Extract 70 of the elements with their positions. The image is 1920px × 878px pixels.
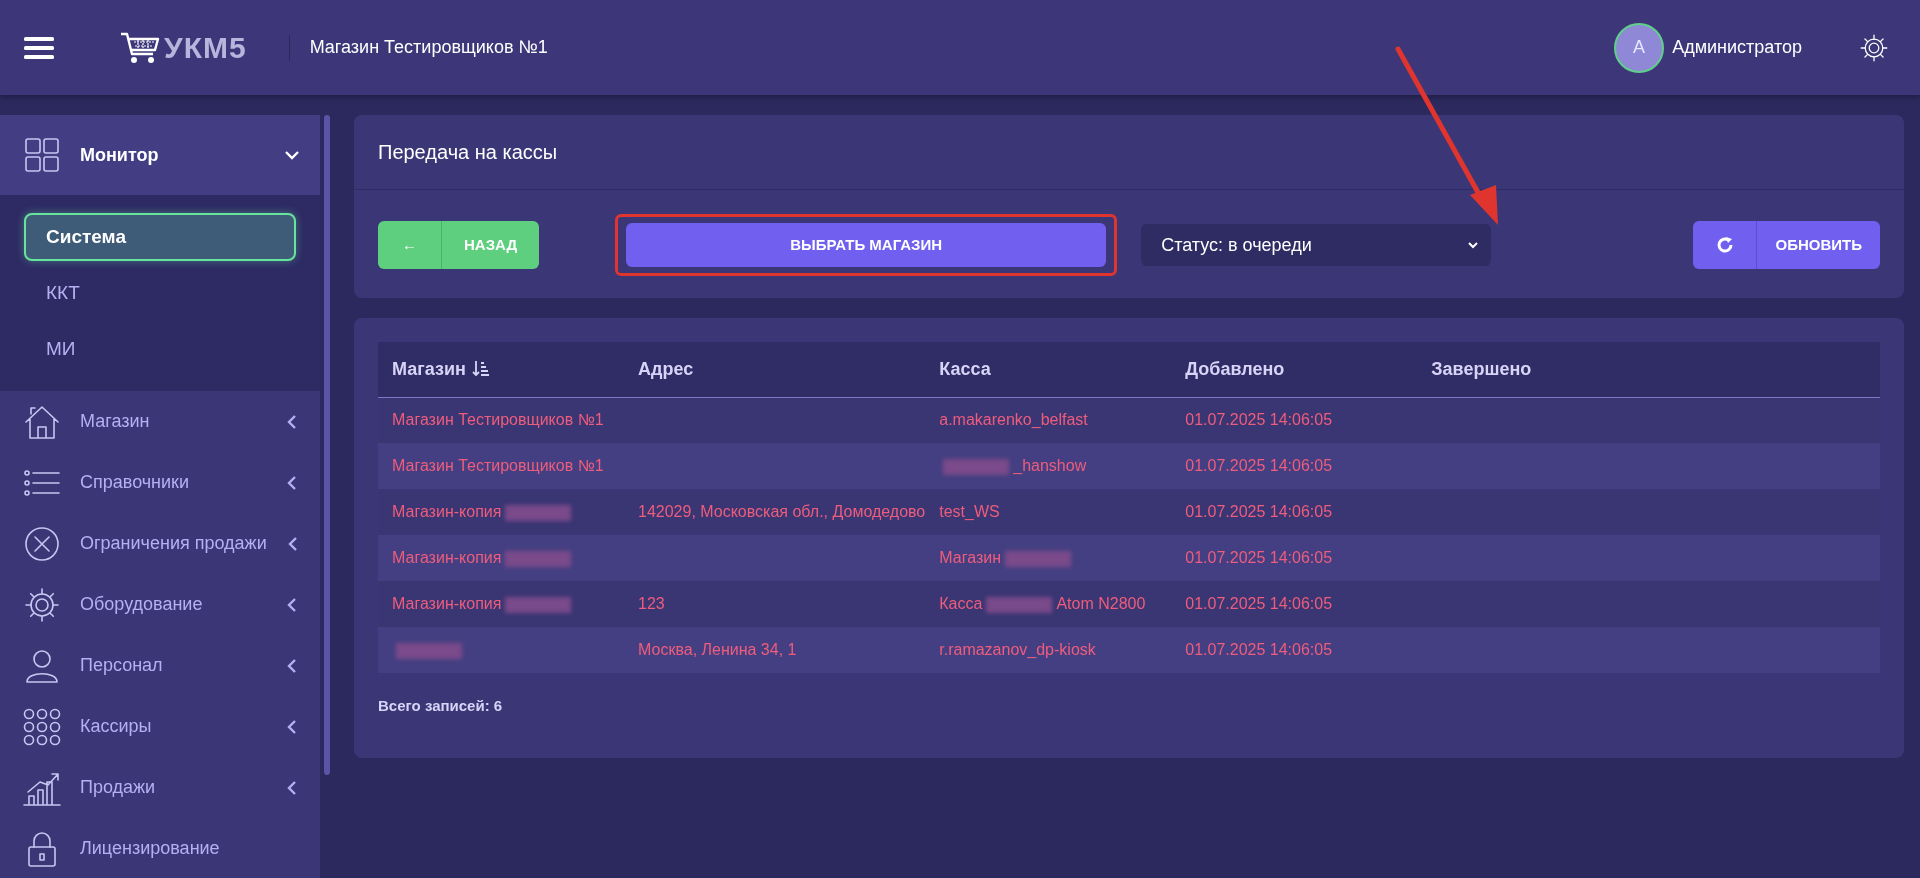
redacted-block bbox=[1005, 550, 1071, 567]
table-cell-text: 01.07.2025 14:06:05 bbox=[1185, 549, 1333, 566]
sidebar-label: Кассиры bbox=[80, 715, 152, 738]
sidebar-subitem[interactable]: ККТ bbox=[24, 269, 296, 317]
sidebar-label: Продажи bbox=[80, 776, 156, 799]
redacted-block bbox=[986, 596, 1053, 613]
sidebar-label: Оборудование bbox=[80, 593, 203, 616]
sidebar-item[interactable]: Справочники bbox=[0, 452, 320, 513]
scrollbar[interactable] bbox=[324, 115, 330, 775]
table-cell-text: Магазин bbox=[939, 549, 1001, 566]
table-cell-text: 01.07.2025 14:06:05 bbox=[1185, 457, 1333, 474]
redacted-block bbox=[396, 642, 462, 659]
table-cell-text: Касса bbox=[939, 595, 983, 612]
sidebar-item[interactable]: Оборудование bbox=[0, 574, 320, 635]
table-cell-text: Atom N2800 bbox=[1056, 595, 1146, 612]
table-cell-text: test_WS bbox=[939, 503, 1000, 520]
table-cell-text: Магазин Тестировщиков №1 bbox=[392, 457, 604, 474]
column-header[interactable]: Завершено bbox=[1431, 358, 1532, 379]
table-cell-text: 01.07.2025 14:06:05 bbox=[1185, 411, 1333, 429]
sidebar-label: Справочники bbox=[80, 471, 190, 494]
sidebar-item[interactable]: Продажи bbox=[0, 757, 320, 818]
column-header[interactable]: Адрес bbox=[638, 358, 694, 379]
table-cell-text: Магазин-копия bbox=[392, 549, 502, 566]
table-cell-text: _hanshow bbox=[1013, 457, 1087, 474]
table-cell-text: Магазин Тестировщиков №1 bbox=[392, 411, 604, 429]
total-records: Всего записей: 6 bbox=[378, 696, 504, 716]
sidebar-item[interactable]: Монитор bbox=[0, 115, 320, 195]
select-store-button[interactable]: ВЫБРАТЬ МАГАЗИН bbox=[626, 223, 1107, 267]
sidebar-subitem[interactable]: Система bbox=[24, 213, 296, 261]
store-title: Магазин Тестировщиков №1 bbox=[309, 36, 548, 59]
sidebar-item[interactable]: Кассиры bbox=[0, 696, 320, 757]
sidebar-item[interactable]: Лицензирование bbox=[0, 818, 320, 878]
redacted-block bbox=[943, 458, 1010, 475]
column-header[interactable]: Добавлено bbox=[1185, 358, 1285, 379]
status-select[interactable]: Статус: в очереди bbox=[1141, 224, 1492, 266]
table-cell-text: 01.07.2025 14:06:05 bbox=[1185, 503, 1333, 520]
redacted-block bbox=[505, 596, 572, 613]
sidebar-item[interactable]: Магазин bbox=[0, 391, 320, 452]
table-cell-text: Магазин-копия bbox=[392, 503, 502, 520]
dots-grid-icon bbox=[22, 706, 62, 747]
sidebar-label: Персонал bbox=[80, 654, 163, 677]
sidebar-item[interactable]: Персонал bbox=[0, 635, 320, 696]
table-cell-text: Москва, Ленина 34, 1 bbox=[638, 641, 797, 658]
menu-icon[interactable] bbox=[24, 35, 54, 60]
redacted-block bbox=[505, 504, 572, 521]
sidebar-label: Магазин bbox=[80, 410, 150, 433]
sidebar-label: Ограничения продажи bbox=[80, 532, 267, 555]
table-cell-text: r.ramazanov_dp-kiosk bbox=[939, 641, 1096, 658]
refresh-icon bbox=[1716, 236, 1734, 254]
logo-text: УКМ5 bbox=[164, 30, 247, 66]
sidebar-label: Лицензирование bbox=[80, 837, 220, 860]
sort-icon[interactable] bbox=[471, 358, 490, 377]
user-name[interactable]: Администратор bbox=[1672, 34, 1802, 61]
sidebar-label: Монитор bbox=[80, 143, 159, 167]
cart-icon bbox=[120, 30, 160, 65]
sidebar-item[interactable]: Ограничения продажи bbox=[0, 513, 320, 574]
refresh-button[interactable]: ОБНОВИТЬ bbox=[1693, 221, 1880, 269]
table-cell-text: Магазин-копия bbox=[392, 595, 502, 612]
redacted-block bbox=[505, 550, 572, 567]
table-cell-text: 01.07.2025 14:06:05 bbox=[1185, 595, 1333, 612]
column-header[interactable]: Касса bbox=[939, 358, 991, 379]
table-cell-text: a.makarenko_belfast bbox=[939, 411, 1088, 429]
table-cell-text: 142029, Московская обл., Домодедово bbox=[638, 503, 926, 520]
chevron-icon bbox=[1467, 239, 1480, 251]
sidebar-subitem[interactable]: МИ bbox=[24, 325, 296, 373]
table-cell-text: 01.07.2025 14:06:05 bbox=[1185, 641, 1333, 658]
grid-icon bbox=[22, 135, 62, 175]
panel-title: Передача на кассы bbox=[354, 115, 1904, 190]
table-cell-text: 123 bbox=[638, 595, 665, 612]
column-header[interactable]: Магазин bbox=[392, 358, 466, 379]
